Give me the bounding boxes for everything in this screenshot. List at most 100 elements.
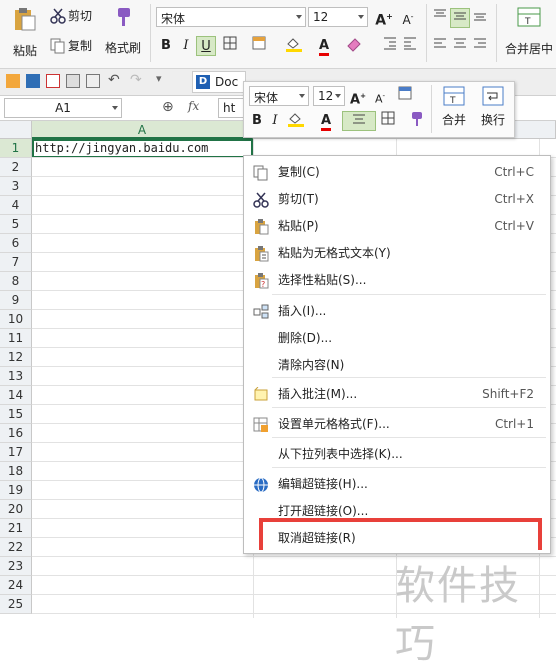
cell-style-icon xyxy=(398,86,412,100)
cell-a1[interactable]: http://jingyan.baidu.com xyxy=(32,139,253,158)
font-name-value: 宋体 xyxy=(161,12,186,26)
mini-italic-button[interactable]: I xyxy=(265,111,285,131)
context-menu-item[interactable]: 粘贴(P) Ctrl+V xyxy=(244,213,550,239)
undo-icon[interactable]: ↶ xyxy=(108,72,120,88)
row-header[interactable]: 14 xyxy=(0,386,32,405)
align-middle-button[interactable] xyxy=(450,8,470,28)
mini-fill-color-button[interactable] xyxy=(286,111,306,131)
context-menu-item[interactable]: 插入(I)... xyxy=(244,298,550,324)
function-icon[interactable]: fx xyxy=(188,99,199,113)
row-header[interactable]: 20 xyxy=(0,500,32,519)
cut-button[interactable]: 剪切 xyxy=(50,7,92,24)
row-header[interactable]: 19 xyxy=(0,481,32,500)
mini-bold-button[interactable]: B xyxy=(247,111,267,131)
row-header[interactable]: 9 xyxy=(0,291,32,310)
italic-button[interactable]: I xyxy=(176,36,196,56)
row-header[interactable]: 11 xyxy=(0,329,32,348)
align-top-button[interactable] xyxy=(430,8,450,28)
row-header[interactable]: 8 xyxy=(0,272,32,291)
align-left-button[interactable] xyxy=(430,36,450,56)
context-menu-item[interactable]: 剪切(T) Ctrl+X xyxy=(244,186,550,212)
context-menu-item[interactable]: 删除(D)... xyxy=(244,325,550,351)
mini-wrap-text-button[interactable]: 换行 xyxy=(476,86,510,132)
row-header[interactable]: 23 xyxy=(0,557,32,576)
row-header[interactable]: 17 xyxy=(0,443,32,462)
context-menu-item-label: 从下拉列表中选择(K)... xyxy=(278,447,403,461)
export-pdf-icon[interactable] xyxy=(46,74,60,88)
fill-color-button[interactable] xyxy=(284,36,304,56)
context-menu-item[interactable]: 设置单元格格式(F)... Ctrl+1 xyxy=(244,411,550,437)
row-header[interactable]: 3 xyxy=(0,177,32,196)
redo-icon[interactable]: ↷ xyxy=(130,72,142,88)
print-preview-icon[interactable] xyxy=(86,74,100,88)
zoom-search-icon[interactable]: ⊕ xyxy=(162,99,174,115)
row-header[interactable]: 25 xyxy=(0,595,32,614)
row-header[interactable]: 16 xyxy=(0,424,32,443)
row-header[interactable]: 22 xyxy=(0,538,32,557)
indent-decrease-button[interactable] xyxy=(380,36,400,56)
format-painter-button[interactable]: 格式刷 xyxy=(104,6,142,56)
row-header[interactable]: 24 xyxy=(0,576,32,595)
align-bottom-button[interactable] xyxy=(470,8,490,28)
row-header[interactable]: 15 xyxy=(0,405,32,424)
row-header[interactable]: 6 xyxy=(0,234,32,253)
borders-button[interactable] xyxy=(220,36,240,56)
context-menu-item[interactable]: 清除内容(N) xyxy=(244,352,550,378)
row-header[interactable]: 18 xyxy=(0,462,32,481)
print-icon[interactable] xyxy=(66,74,80,88)
mini-font-name-select[interactable]: 宋体 xyxy=(249,86,309,106)
copy-icon xyxy=(50,38,66,54)
save-icon[interactable] xyxy=(26,74,40,88)
cell-style-button[interactable] xyxy=(250,36,270,56)
underline-button[interactable]: U xyxy=(196,36,216,56)
row-header[interactable]: 2 xyxy=(0,158,32,177)
mini-borders-button[interactable] xyxy=(378,111,398,131)
context-menu-item[interactable]: 编辑超链接(H)... xyxy=(244,471,550,497)
grow-font-button[interactable]: A+ xyxy=(374,7,394,29)
cell-reference: A1 xyxy=(55,101,71,115)
row-header[interactable]: 1 xyxy=(0,139,32,158)
row-header[interactable]: 21 xyxy=(0,519,32,538)
mini-cell-style-button[interactable] xyxy=(396,86,416,106)
name-box[interactable]: A1 xyxy=(4,98,122,118)
font-color-button[interactable]: A xyxy=(314,36,334,56)
document-tab[interactable]: D Doc xyxy=(192,71,246,93)
mini-font-size-select[interactable]: 12 xyxy=(313,86,345,106)
context-menu-item[interactable]: 从下拉列表中选择(K)... xyxy=(244,441,550,467)
divider xyxy=(150,4,151,62)
row-header[interactable]: 12 xyxy=(0,348,32,367)
mini-font-size-value: 12 xyxy=(318,89,334,103)
customize-toolbar-icon[interactable]: ▾ xyxy=(156,72,162,85)
row-header[interactable]: 7 xyxy=(0,253,32,272)
clear-format-button[interactable] xyxy=(344,36,364,56)
context-menu-item[interactable]: 复制(C) Ctrl+C xyxy=(244,159,550,185)
column-header-a[interactable]: A xyxy=(32,121,253,139)
row-header[interactable]: 4 xyxy=(0,196,32,215)
document-tab-label: Doc xyxy=(215,75,239,89)
context-menu-item[interactable]: 粘贴为无格式文本(Y) xyxy=(244,240,550,266)
select-all-corner[interactable] xyxy=(0,121,32,139)
context-menu-item[interactable]: 插入批注(M)... Shift+F2 xyxy=(244,381,550,407)
align-right-icon xyxy=(474,38,486,48)
align-right-button[interactable] xyxy=(470,36,490,56)
merge-center-button[interactable]: T 合并居中 xyxy=(502,6,556,57)
font-name-select[interactable]: 宋体 xyxy=(156,7,306,27)
mini-align-center-button[interactable] xyxy=(342,111,376,131)
folder-icon[interactable] xyxy=(6,74,20,88)
paste-button[interactable]: 粘贴 xyxy=(8,6,42,59)
font-size-select[interactable]: 12 xyxy=(308,7,368,27)
copy-button[interactable]: 复制 xyxy=(50,37,92,54)
align-center-button[interactable] xyxy=(450,36,470,56)
row-header[interactable]: 5 xyxy=(0,215,32,234)
mini-font-color-button[interactable]: A xyxy=(316,111,336,131)
mini-format-painter-button[interactable] xyxy=(406,111,426,131)
mini-merge-button[interactable]: T 合并 xyxy=(436,86,472,132)
row-header[interactable]: 13 xyxy=(0,367,32,386)
bold-button[interactable]: B xyxy=(156,36,176,56)
context-menu-item[interactable]: ? 选择性粘贴(S)... xyxy=(244,267,550,293)
shrink-font-button[interactable]: A- xyxy=(398,7,418,27)
row-header[interactable]: 10 xyxy=(0,310,32,329)
mini-grow-font-button[interactable]: A+ xyxy=(348,86,368,107)
mini-shrink-font-button[interactable]: A- xyxy=(370,86,390,106)
indent-increase-button[interactable] xyxy=(400,36,420,56)
